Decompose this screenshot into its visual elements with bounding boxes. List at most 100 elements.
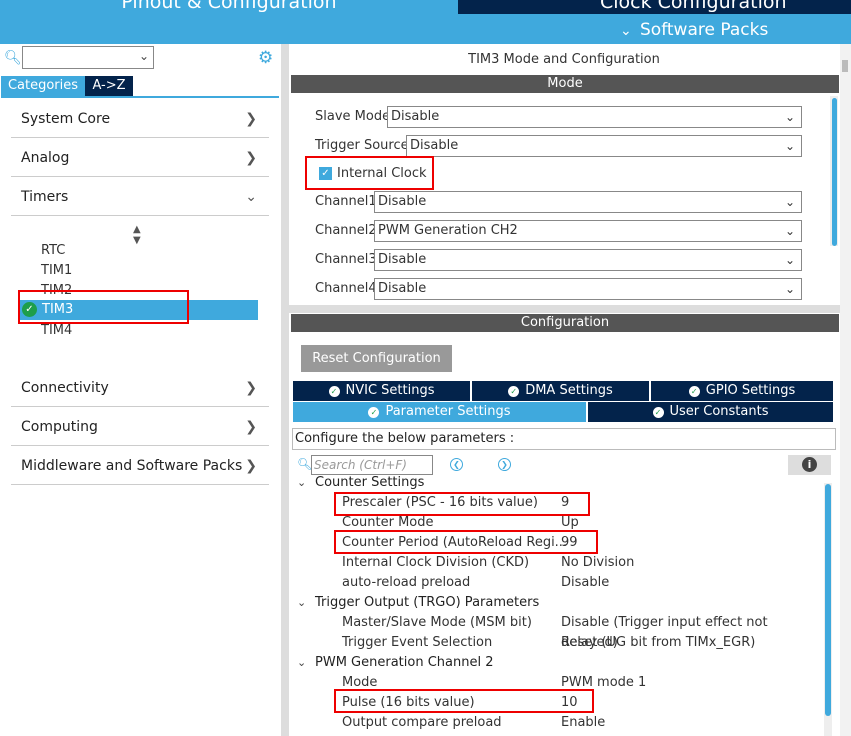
sort-icon[interactable]: ▲ ▼ <box>133 224 141 246</box>
chevron-down-icon[interactable]: ⌄ <box>139 49 149 63</box>
category-label: Connectivity <box>21 380 109 396</box>
param-value[interactable]: Enable <box>561 713 605 733</box>
category-system-core[interactable]: System Core ❯ <box>11 100 269 138</box>
outer-scrollbar[interactable] <box>840 44 851 736</box>
highlight-box <box>305 156 434 190</box>
tab-nvic-settings[interactable]: ✓ NVIC Settings <box>293 381 470 401</box>
chevron-down-icon: ⌄ <box>784 282 795 296</box>
chevron-right-icon: ❯ <box>245 458 257 474</box>
tab-label: NVIC Settings <box>345 383 435 398</box>
slave-mode-select[interactable]: Disable ⌄ <box>387 106 802 128</box>
tab-dma-settings[interactable]: ✓ DMA Settings <box>472 381 649 401</box>
channel3-label: Channel3 <box>315 252 377 267</box>
outer-scrollbar-thumb[interactable] <box>842 60 848 72</box>
splitter[interactable] <box>289 305 840 313</box>
param-row-autoreload[interactable]: auto-reload preload Disable <box>295 573 815 593</box>
param-name: Internal Clock Division (CKD) <box>342 555 530 570</box>
category-connectivity[interactable]: Connectivity ❯ <box>11 369 269 407</box>
search-icon: 🔍︎ <box>4 50 22 66</box>
param-row-trigger-event[interactable]: Trigger Event Selection Reset (UG bit fro… <box>295 633 815 653</box>
chevron-down-icon: ⌄ <box>245 189 257 205</box>
software-packs-menu[interactable]: ⌄ Software Packs <box>620 18 768 42</box>
param-search-input[interactable]: Search (Ctrl+F) <box>311 455 433 475</box>
search-combo[interactable]: ⌄ <box>22 46 154 69</box>
chevron-down-icon: ⌄ <box>784 224 795 238</box>
slave-mode-label: Slave Mode <box>315 109 391 124</box>
tab-parameter-settings[interactable]: ✓ Parameter Settings <box>293 402 586 422</box>
param-row-clock-division[interactable]: Internal Clock Division (CKD) No Division <box>295 553 815 573</box>
channel4-select[interactable]: Disable ⌄ <box>374 278 802 300</box>
panel-title: TIM3 Mode and Configuration <box>468 52 660 67</box>
param-name: Trigger Event Selection <box>342 635 493 650</box>
category-middleware[interactable]: Middleware and Software Packs ❯ <box>11 447 269 485</box>
mode-header: Mode <box>291 75 839 93</box>
tab-a-to-z[interactable]: A->Z <box>85 76 133 96</box>
param-row-oc-preload[interactable]: Output compare preload Enable <box>295 713 815 733</box>
configure-hint: Configure the below parameters : <box>292 428 836 450</box>
category-timers[interactable]: Timers ⌄ <box>11 178 269 216</box>
channel3-select[interactable]: Disable ⌄ <box>374 249 802 271</box>
group-pwm-channel2[interactable]: ⌄ PWM Generation Channel 2 <box>297 653 493 673</box>
tab-label: DMA Settings <box>525 383 613 398</box>
category-computing[interactable]: Computing ❯ <box>11 408 269 446</box>
param-row-msm[interactable]: Master/Slave Mode (MSM bit) Disable (Trig… <box>295 613 815 650</box>
group-label: PWM Generation Channel 2 <box>315 655 494 670</box>
group-label: Trigger Output (TRGO) Parameters <box>315 595 540 610</box>
tab-gpio-settings[interactable]: ✓ GPIO Settings <box>651 381 833 401</box>
timer-item-tim4[interactable]: TIM4 <box>41 321 72 341</box>
channel4-label: Channel4 <box>315 281 377 296</box>
select-value: Disable <box>410 138 459 153</box>
chevron-down-icon: ⌄ <box>297 596 307 609</box>
select-value: Disable <box>378 252 427 267</box>
timer-item-rtc[interactable]: RTC <box>41 241 65 261</box>
select-value: Disable <box>391 109 440 124</box>
check-icon: ✓ <box>652 407 664 418</box>
timer-item-tim1[interactable]: TIM1 <box>41 261 72 281</box>
tab-underline <box>1 96 279 98</box>
reset-configuration-button[interactable]: Reset Configuration <box>301 345 452 372</box>
channel2-label: Channel2 <box>315 223 377 238</box>
next-icon[interactable]: ❯ <box>498 458 511 471</box>
check-icon: ✓ <box>508 386 520 397</box>
info-button[interactable]: i <box>788 455 831 475</box>
search-icon: 🔍︎ <box>297 457 313 471</box>
category-analog[interactable]: Analog ❯ <box>11 139 269 177</box>
trigger-source-select[interactable]: Disable ⌄ <box>406 135 802 157</box>
param-value[interactable]: No Division <box>561 553 634 573</box>
tab-label: User Constants <box>669 404 769 419</box>
param-value[interactable]: Reset (UG bit from TIMx_EGR) <box>561 633 755 653</box>
param-value[interactable]: Disable <box>561 573 609 593</box>
check-icon: ✓ <box>368 407 380 418</box>
chevron-down-icon: ⌄ <box>784 139 795 153</box>
tab-categories[interactable]: Categories <box>1 76 85 96</box>
param-name: Master/Slave Mode (MSM bit) <box>342 615 532 630</box>
previous-icon[interactable]: ❮ <box>450 458 463 471</box>
highlight-box <box>334 492 590 516</box>
tab-user-constants[interactable]: ✓ User Constants <box>588 402 833 422</box>
chevron-right-icon: ❯ <box>245 150 257 166</box>
param-name: auto-reload preload <box>342 575 471 590</box>
tab-label: GPIO Settings <box>705 383 796 398</box>
tab-pinout-configuration[interactable]: Pinout & Configuration <box>0 0 458 14</box>
category-label: Middleware and Software Packs <box>21 458 243 474</box>
chevron-right-icon: ❯ <box>245 111 257 127</box>
group-trgo-parameters[interactable]: ⌄ Trigger Output (TRGO) Parameters <box>297 593 539 613</box>
select-value: Disable <box>378 281 427 296</box>
category-label: Computing <box>21 419 98 435</box>
tab-clock-configuration[interactable]: Clock Configuration <box>458 0 851 14</box>
group-label: Counter Settings <box>315 475 425 490</box>
chevron-down-icon: ⌄ <box>784 253 795 267</box>
highlight-box <box>334 689 594 713</box>
highlight-box <box>334 530 598 554</box>
params-scrollbar-thumb[interactable] <box>825 484 831 716</box>
panel-divider[interactable] <box>281 44 289 736</box>
chevron-down-icon: ⌄ <box>297 656 307 669</box>
channel1-select[interactable]: Disable ⌄ <box>374 191 802 213</box>
param-name: Output compare preload <box>342 715 502 730</box>
gear-icon[interactable]: ⚙ <box>258 48 273 68</box>
group-counter-settings[interactable]: ⌄ Counter Settings <box>297 473 424 493</box>
mode-scrollbar-thumb[interactable] <box>832 98 837 246</box>
channel2-select[interactable]: PWM Generation CH2 ⌄ <box>374 220 802 242</box>
category-label: Analog <box>21 150 70 166</box>
chevron-right-icon: ❯ <box>245 380 257 396</box>
